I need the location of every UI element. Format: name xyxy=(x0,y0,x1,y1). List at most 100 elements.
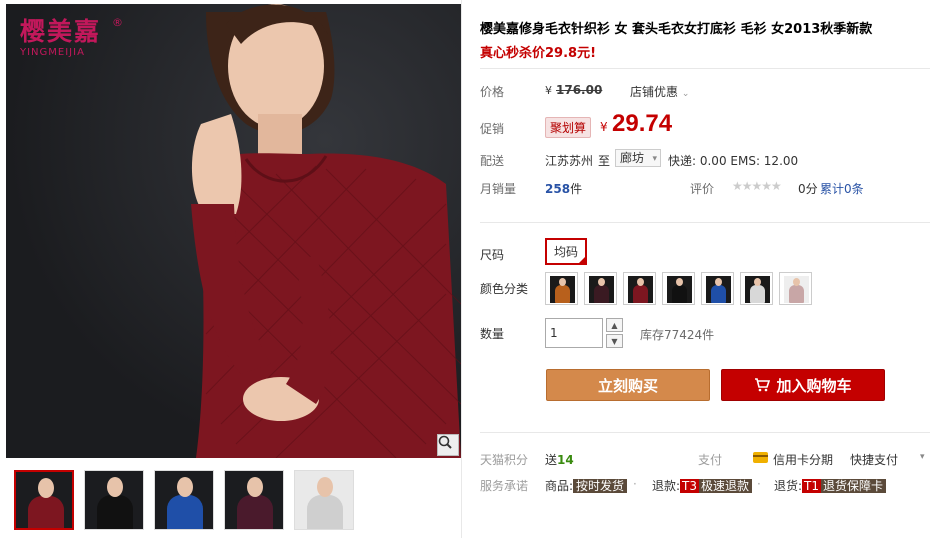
swatch-sweater xyxy=(672,285,687,303)
ship-to-label: 至 xyxy=(598,154,611,168)
currency-symbol: ¥ xyxy=(545,84,552,97)
refund-tier-badge: T3 xyxy=(680,479,700,493)
selected-check-icon xyxy=(577,255,588,265)
rating-label: 评价 xyxy=(690,182,715,196)
return-tier-badge: T1 xyxy=(802,479,822,493)
destination-value: 廊坊 xyxy=(620,151,645,165)
thumbnail[interactable] xyxy=(224,470,284,530)
product-gallery: 樱美嘉 ® YINGMEIJIA xyxy=(0,0,462,538)
color-swatch[interactable] xyxy=(740,272,773,305)
color-swatch[interactable] xyxy=(701,272,734,305)
credit-card-icon xyxy=(753,452,768,463)
return-guarantee-badge[interactable]: T1 退货保障卡 xyxy=(802,479,887,493)
price-label: 价格 xyxy=(480,85,505,99)
divider xyxy=(480,432,930,433)
ship-from: 江苏苏州 xyxy=(545,154,594,168)
swatch-sweater xyxy=(555,285,570,303)
color-swatch[interactable] xyxy=(545,272,578,305)
points-number: 14 xyxy=(557,453,574,467)
return-badge-text: 退货保障卡 xyxy=(823,479,884,493)
original-price-value: 176.00 xyxy=(556,83,603,97)
thumbnail[interactable] xyxy=(14,470,74,530)
color-label: 颜色分类 xyxy=(480,282,529,296)
buy-now-button[interactable]: 立刻购买 xyxy=(546,369,710,401)
thumb-sweater xyxy=(97,495,133,529)
service-refund-label: 退款: xyxy=(652,479,681,493)
swatch-sweater xyxy=(750,285,765,303)
separator: · xyxy=(633,477,637,491)
service-goods-label: 商品: xyxy=(545,479,574,493)
thumbnail[interactable] xyxy=(294,470,354,530)
sales-unit: 件 xyxy=(570,182,583,196)
size-label: 尺码 xyxy=(480,248,505,262)
swatch-sweater xyxy=(711,285,726,303)
separator: · xyxy=(757,477,761,491)
swatch-sweater xyxy=(633,285,648,303)
column-divider xyxy=(461,0,462,538)
divider xyxy=(480,68,930,69)
points-value: 送14 xyxy=(545,451,574,468)
service-return: 退货: T1 退货保障卡 xyxy=(774,477,887,494)
add-to-cart-button[interactable]: 加入购物车 xyxy=(721,369,885,401)
caret-down-icon[interactable]: ▾ xyxy=(920,452,925,462)
shipping-label: 配送 xyxy=(480,154,505,168)
brand-name-en: YINGMEIJIA xyxy=(20,47,85,58)
credit-installment-link[interactable]: 信用卡分期 xyxy=(773,451,833,468)
service-return-label: 退货: xyxy=(774,479,803,493)
model-illustration xyxy=(191,4,461,458)
color-swatch[interactable] xyxy=(662,272,695,305)
shipping-fee: 快递: 0.00 EMS: 12.00 xyxy=(668,154,799,168)
currency-symbol: ¥ xyxy=(600,120,608,134)
promo-label: 促销 xyxy=(480,122,505,136)
color-swatch[interactable] xyxy=(584,272,617,305)
thumbnail[interactable] xyxy=(84,470,144,530)
color-options xyxy=(545,272,812,305)
on-time-delivery-badge[interactable]: 按时发货 xyxy=(573,479,628,493)
promo-tag: 聚划算 xyxy=(545,117,592,138)
promo-price: 29.74 xyxy=(612,110,673,137)
quantity-label: 数量 xyxy=(480,327,505,341)
points-label: 天猫积分 xyxy=(480,453,529,467)
sales-count: 258件 xyxy=(545,180,582,197)
main-product-image[interactable]: 樱美嘉 ® YINGMEIJIA xyxy=(6,4,461,458)
stock-count: 库存77424件 xyxy=(640,328,715,342)
add-to-cart-label: 加入购物车 xyxy=(776,376,852,395)
caret-down-icon: ▾ xyxy=(652,154,657,164)
shop-promo-label: 店铺优惠 xyxy=(630,85,679,99)
sales-number: 258 xyxy=(545,182,571,196)
reviews-link[interactable]: 累计0条 xyxy=(820,180,864,197)
color-swatch[interactable] xyxy=(779,272,812,305)
service-label: 服务承诺 xyxy=(480,479,529,493)
quantity-input[interactable] xyxy=(545,318,603,348)
destination-select[interactable]: 廊坊 ▾ xyxy=(615,149,661,167)
size-option-label: 均码 xyxy=(554,245,579,259)
chevron-down-icon: ⌄ xyxy=(681,89,690,99)
refund-badge-text: 极速退款 xyxy=(701,479,750,493)
rating-score: 0分 xyxy=(798,182,818,196)
zoom-icon[interactable] xyxy=(437,434,459,456)
points-prefix: 送 xyxy=(545,453,558,467)
buy-now-label: 立刻购买 xyxy=(597,376,658,395)
thumb-sweater xyxy=(28,496,64,528)
quantity-increase-button[interactable]: ▲ xyxy=(606,318,623,332)
thumbnail[interactable] xyxy=(154,470,214,530)
swatch-sweater xyxy=(594,285,609,303)
star-rating-icon: ★★★★★ xyxy=(732,179,782,193)
thumbnail-strip xyxy=(14,470,354,530)
shop-promo-dropdown[interactable]: 店铺优惠 ⌄ xyxy=(630,83,689,100)
size-option[interactable]: 均码 xyxy=(545,238,588,265)
registered-mark: ® xyxy=(112,16,123,29)
thumb-sweater xyxy=(237,495,273,529)
service-goods: 商品: 按时发货 xyxy=(545,477,628,494)
quick-pay-link[interactable]: 快捷支付 xyxy=(850,451,898,468)
thumb-sweater xyxy=(307,495,343,529)
quantity-decrease-button[interactable]: ▼ xyxy=(606,334,623,348)
cart-icon xyxy=(755,378,771,392)
fast-refund-badge[interactable]: T3 极速退款 xyxy=(680,479,753,493)
product-detail: 樱美嘉修身毛衣针织衫 女 套头毛衣女打底衫 毛衫 女2013秋季新款 真心秒杀价… xyxy=(480,0,930,538)
original-price: ¥176.00 xyxy=(545,83,602,97)
swatch-sweater xyxy=(789,285,804,303)
divider xyxy=(480,222,930,223)
promo-slogan: 真心秒杀价29.8元! xyxy=(480,46,597,61)
color-swatch[interactable] xyxy=(623,272,656,305)
